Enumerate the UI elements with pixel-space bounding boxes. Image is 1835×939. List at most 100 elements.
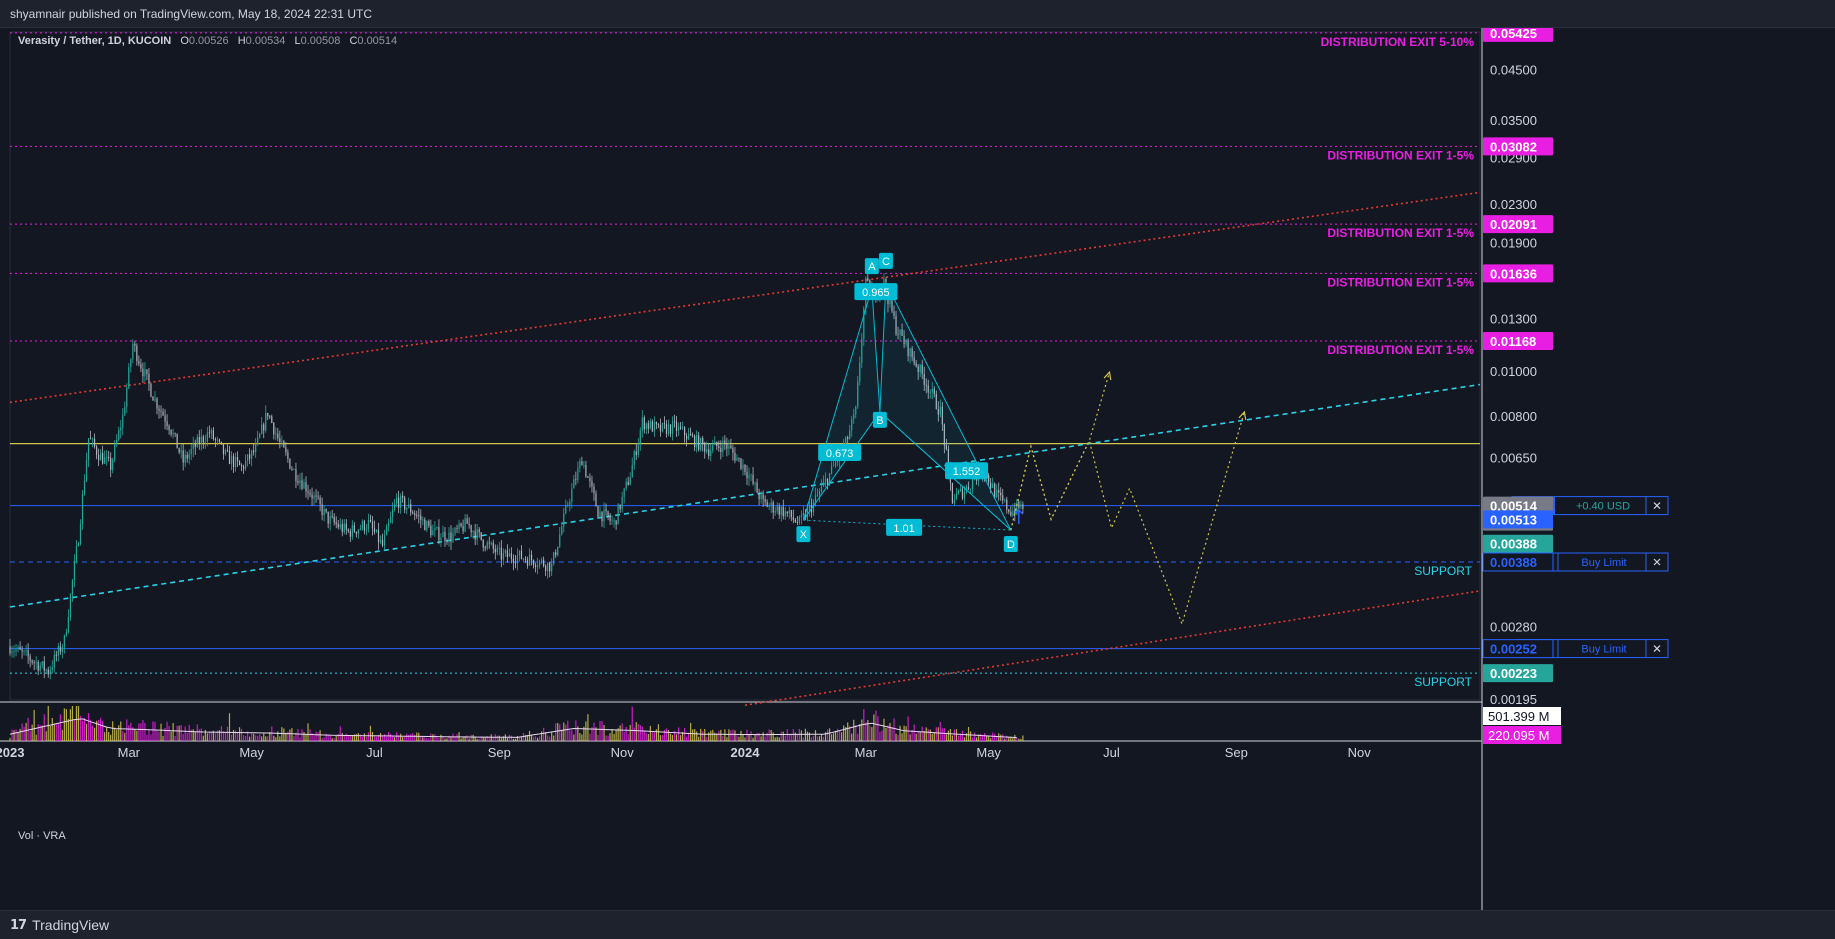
volume-bar: [839, 730, 841, 741]
volume-bar: [249, 736, 251, 741]
volume-bar: [601, 721, 603, 741]
candle-body: [369, 520, 372, 522]
volume-bar: [144, 722, 146, 741]
volume-bar: [943, 728, 945, 741]
volume-bar: [869, 725, 871, 741]
volume-bar: [180, 724, 182, 741]
candle-body: [768, 505, 770, 507]
candle-body: [486, 542, 488, 549]
volume-bar: [319, 730, 321, 741]
volume-bar: [152, 721, 154, 741]
volume-bar: [138, 723, 140, 741]
candle-body: [269, 416, 271, 417]
volume-bar: [194, 732, 196, 741]
candle-body: [708, 449, 710, 457]
volume-bar: [120, 721, 122, 741]
volume-bar: [982, 735, 984, 741]
candle-body: [748, 475, 750, 479]
volume-bar: [188, 724, 190, 741]
volume-bar: [901, 733, 903, 741]
candle-body: [396, 497, 398, 504]
volume-bar: [208, 732, 210, 741]
volume-bar: [259, 734, 261, 741]
candle-body: [277, 433, 279, 439]
candle-body: [667, 424, 670, 434]
volume-bar: [102, 720, 104, 741]
price-tick-label: 0.03500: [1490, 113, 1537, 128]
harmonic-ratio-label: 1.552: [953, 466, 981, 478]
volume-bar: [605, 735, 607, 741]
candle-body: [89, 438, 92, 440]
candle-body: [228, 450, 231, 465]
volume-bar: [476, 738, 478, 741]
volume-bar: [623, 731, 625, 741]
volume-bar: [196, 724, 198, 741]
candle-body: [955, 493, 958, 500]
candle-body: [186, 454, 188, 459]
candle-body: [202, 436, 204, 443]
candle-body: [251, 450, 253, 459]
candle-body: [265, 413, 267, 431]
candle-body: [114, 444, 116, 460]
volume-bar: [394, 737, 396, 741]
candle-body: [110, 458, 112, 470]
date-tick-label: 2023: [0, 745, 24, 760]
candle-body: [794, 519, 796, 523]
volume-bar: [677, 727, 680, 741]
candle-body: [339, 524, 341, 528]
volume-bar: [1022, 735, 1024, 741]
volume-bar: [108, 732, 110, 741]
volume-bar: [367, 732, 370, 741]
candle-body: [565, 505, 567, 514]
candle-body: [436, 526, 438, 529]
candle-body: [770, 502, 772, 506]
candle-body: [508, 553, 510, 557]
level-label: SUPPORT: [1414, 564, 1472, 578]
volume-bar: [661, 735, 664, 741]
candle-body: [599, 511, 601, 518]
candle-body: [649, 421, 651, 429]
candle-body: [1004, 499, 1006, 501]
volume-bar: [387, 731, 390, 741]
candle-body: [412, 512, 414, 514]
volume-bar: [1012, 738, 1014, 741]
date-tick-label: Nov: [611, 745, 635, 760]
volume-bar: [683, 728, 686, 741]
candle-body: [156, 398, 158, 409]
volume-bar: [73, 720, 76, 741]
volume-bar: [917, 731, 919, 741]
volume-bar: [130, 722, 132, 741]
volume-bar: [609, 733, 611, 741]
candle-body: [716, 441, 718, 447]
volume-bar: [611, 729, 613, 741]
candle-body: [424, 519, 426, 531]
chart-area[interactable]: 2023 Mar May Jul Sep Nov 2024 Mar May Jul Sep Nov 0.…: [0, 23, 1835, 910]
price-tick-label: 0.01300: [1490, 311, 1537, 326]
tradingview-logo[interactable]: 17 TradingView: [10, 917, 109, 933]
candle-body: [442, 531, 444, 538]
candle-body: [619, 504, 621, 510]
candle-body: [57, 646, 59, 656]
candle-body: [631, 464, 633, 478]
volume-bar: [816, 736, 819, 741]
candle-body: [744, 464, 746, 473]
candle-body: [335, 522, 337, 524]
candle-body: [345, 523, 347, 530]
candle-body: [476, 529, 478, 540]
chart-svg[interactable]: 2023 Mar May Jul Sep Nov 2024 Mar May Jul Sep Nov 0.…: [0, 23, 1835, 910]
volume-bar: [255, 735, 257, 741]
volume-bar: [873, 714, 875, 741]
volume-bar: [913, 724, 915, 741]
footer-bar: 17 TradingView: [0, 910, 1835, 939]
projection-path: [1010, 371, 1111, 531]
volume-bar: [508, 734, 510, 741]
candle-body: [377, 529, 380, 543]
volume-bar: [798, 728, 800, 741]
volume-bar: [736, 735, 738, 741]
volume-bar: [698, 736, 700, 741]
candle-body: [669, 424, 672, 434]
date-tick-label: Mar: [118, 745, 141, 760]
volume-bar: [639, 725, 641, 741]
date-tick-label: 2024: [731, 745, 761, 760]
volume-bar: [347, 736, 349, 741]
